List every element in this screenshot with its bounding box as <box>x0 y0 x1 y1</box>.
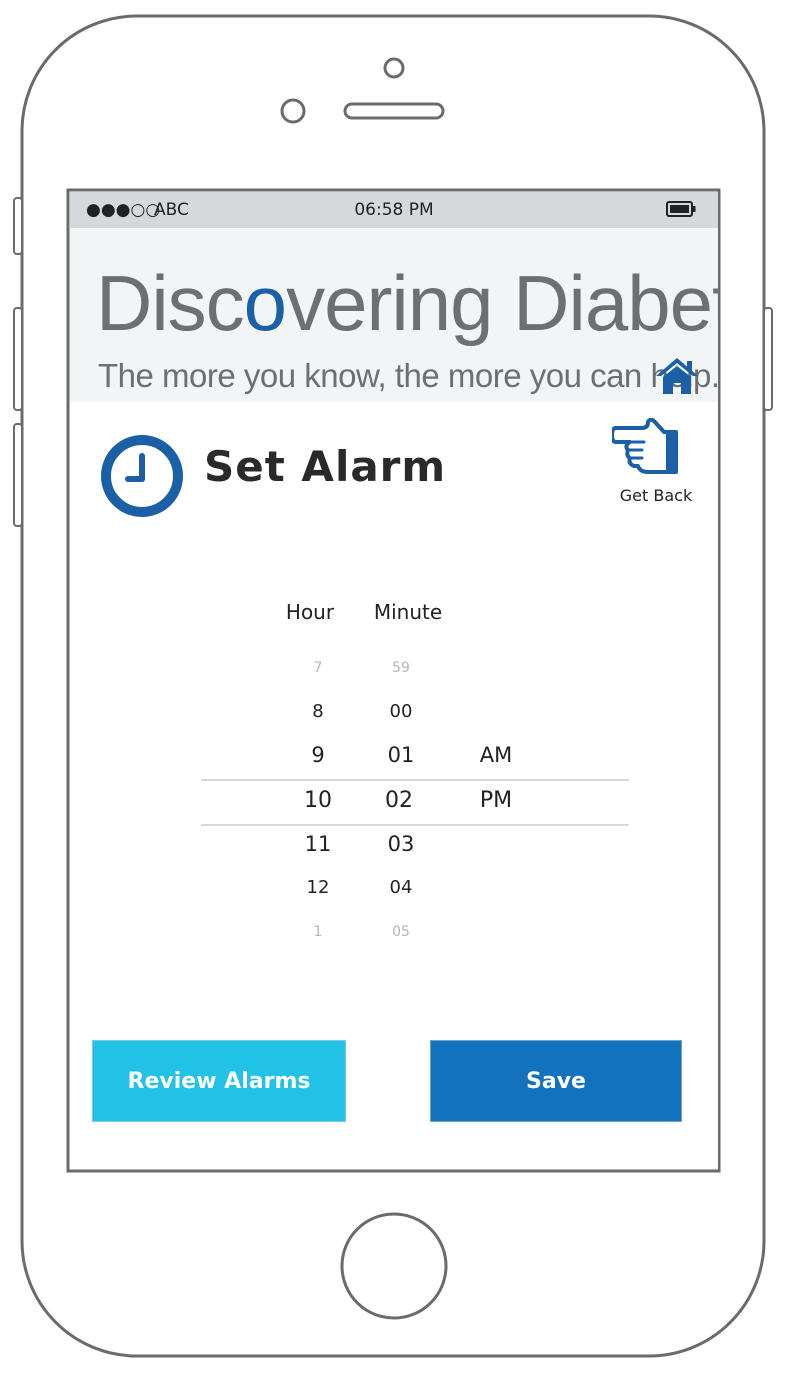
minute-option[interactable]: 03 <box>361 834 441 855</box>
clock-icon <box>101 435 183 517</box>
review-alarms-button[interactable]: Review Alarms <box>93 1041 345 1121</box>
status-time: 06:58 PM <box>354 200 434 220</box>
home-icon[interactable] <box>655 356 699 396</box>
status-bar: ●●●○○ ABC 06:58 PM <box>70 192 718 228</box>
app-title-prefix: Disc <box>96 259 245 347</box>
picker-selection-bottom-line <box>201 824 629 826</box>
get-back-button[interactable]: Get Back <box>606 418 706 508</box>
picker-selection-top-line <box>201 779 629 781</box>
phone-screen: ●●●○○ ABC 06:58 PM Discovering Diabetes … <box>70 192 718 1169</box>
minute-option[interactable]: 01 <box>361 745 441 766</box>
app-title-suffix: vering Diabetes <box>286 259 718 347</box>
hour-option[interactable]: 1 <box>278 925 358 939</box>
hour-column-header: Hour <box>285 600 335 624</box>
battery-icon <box>666 201 696 217</box>
app-title: Discovering Diabetes <box>96 264 718 342</box>
minute-option[interactable]: 05 <box>361 925 441 939</box>
app-tagline: The more you know, the more you can help… <box>98 357 718 394</box>
hour-option[interactable]: 9 <box>278 745 358 766</box>
hour-option-selected[interactable]: 10 <box>278 790 358 812</box>
period-option-selected[interactable]: PM <box>456 790 536 812</box>
save-button[interactable]: Save <box>431 1041 681 1121</box>
minute-option[interactable]: 04 <box>361 879 441 897</box>
app-header: Discovering Diabetes The more you know, … <box>70 228 718 402</box>
minute-column-header: Minute <box>373 600 443 624</box>
minute-option[interactable]: 00 <box>361 703 441 721</box>
hour-option[interactable]: 8 <box>278 703 358 721</box>
minute-option[interactable]: 59 <box>361 661 441 675</box>
get-back-label: Get Back <box>619 486 693 505</box>
app-title-accent: o <box>243 259 287 347</box>
hour-option[interactable]: 7 <box>278 661 358 675</box>
period-option[interactable]: AM <box>456 745 536 766</box>
page-title: Set Alarm <box>204 442 447 491</box>
pointing-hand-icon <box>612 418 678 474</box>
home-button[interactable] <box>339 1211 449 1321</box>
hour-option[interactable]: 12 <box>278 879 358 897</box>
hour-option[interactable]: 11 <box>278 834 358 855</box>
minute-option-selected[interactable]: 02 <box>359 790 439 812</box>
